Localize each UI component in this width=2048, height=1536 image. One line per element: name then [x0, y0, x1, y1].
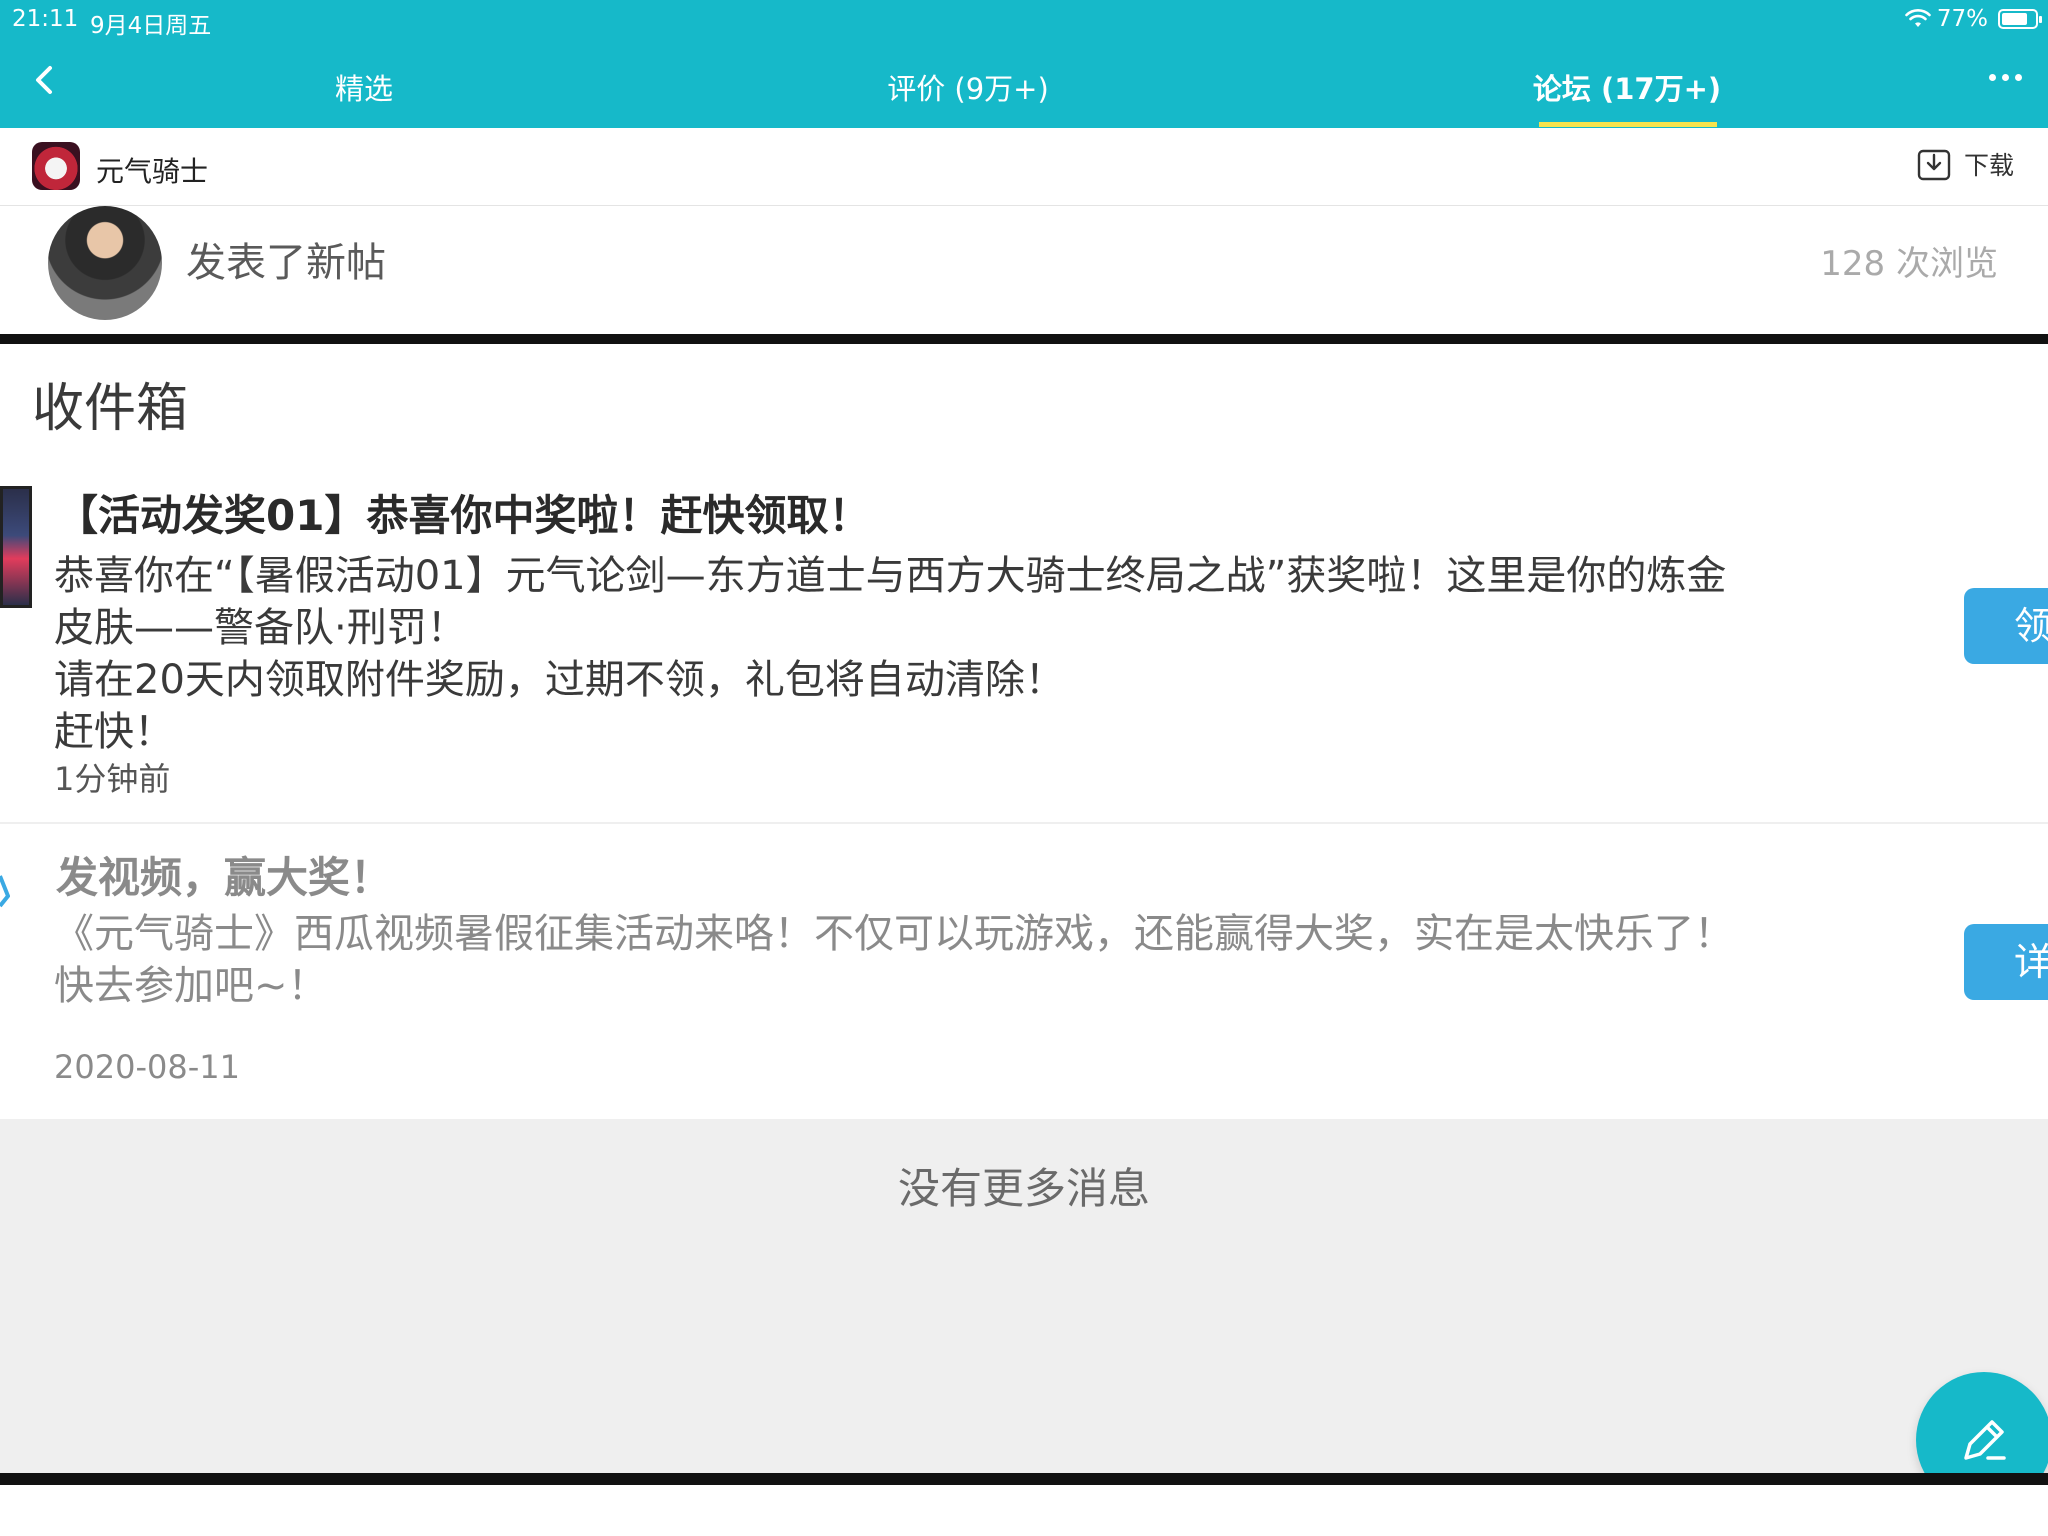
bottom-divider	[0, 1473, 2048, 1485]
message-line: 赶快！	[54, 709, 174, 755]
avatar	[48, 206, 162, 320]
wifi-icon	[1905, 9, 1931, 27]
message-thumbnail	[0, 486, 32, 608]
message-item[interactable]: 发视频，赢大奖！ 《元气骑士》西瓜视频暑假征集活动来咯！不仅可以玩游戏，还能赢得…	[0, 826, 2048, 1119]
message-line: 恭喜你在“【暑假活动01】元气论剑—东方道士与西方大骑士终局之战”获奖啦！这里是…	[54, 553, 1727, 599]
claim-button[interactable]: 领	[1964, 588, 2048, 664]
message-thumbnail	[0, 875, 10, 908]
message-time: 2020-08-11	[54, 1048, 240, 1086]
chevron-left-icon[interactable]	[24, 58, 68, 102]
download-icon	[1917, 149, 1951, 181]
download-button[interactable]: 下载	[1916, 146, 2014, 182]
details-button[interactable]: 详	[1964, 924, 2048, 1000]
app-bar: 元气骑士 下载	[0, 128, 2048, 206]
divider	[0, 334, 2048, 344]
inbox-footer: 没有更多消息	[0, 1119, 2048, 1473]
battery-percent: 77%	[1936, 6, 1988, 32]
no-more-messages: 没有更多消息	[897, 1164, 1150, 1213]
battery-icon	[1998, 9, 2042, 29]
inbox-title: 收件箱	[32, 379, 189, 439]
status-right: 77%	[1905, 6, 2042, 32]
status-time: 21:11	[12, 6, 79, 32]
message-line: 请在20天内领取附件奖励，过期不领，礼包将自动清除！	[54, 657, 1065, 703]
inbox-panel: 收件箱 【活动发奖01】恭喜你中奖啦！赶快领取！ 恭喜你在“【暑假活动01】元气…	[0, 344, 2048, 1119]
app-icon	[32, 142, 80, 190]
message-line: 快去参加吧~！	[54, 963, 328, 1009]
download-label: 下载	[1963, 151, 2014, 180]
view-count: 128 次浏览	[1820, 244, 1998, 284]
message-body: 《元气骑士》西瓜视频暑假征集活动来咯！不仅可以玩游戏，还能赢得大奖，实在是太快乐…	[54, 908, 1934, 1012]
post-item[interactable]: 发表了新帖 128 次浏览	[0, 206, 2048, 334]
status-date: 9月4日周五	[90, 13, 212, 39]
nav-bar: 精选 评价 (9万+) 论坛 (17万+)	[0, 38, 2048, 128]
message-line: 皮肤——警备队·刑罚！	[54, 605, 467, 651]
message-item[interactable]: 【活动发奖01】恭喜你中奖啦！赶快领取！ 恭喜你在“【暑假活动01】元气论剑—东…	[0, 464, 2048, 824]
status-bar: 21:11 9月4日周五 77%	[0, 0, 2048, 39]
message-time: 1分钟前	[54, 760, 171, 798]
message-title: 发视频，赢大奖！	[56, 853, 393, 902]
tab-reviews[interactable]: 评价 (9万+)	[887, 66, 1049, 108]
app-name: 元气骑士	[96, 155, 209, 188]
tab-featured[interactable]: 精选	[335, 66, 393, 108]
active-tab-indicator	[1539, 122, 1717, 127]
more-dots-icon[interactable]	[1989, 74, 2022, 81]
bottom-area	[0, 1485, 2048, 1536]
post-action: 发表了新帖	[186, 240, 386, 286]
message-title: 【活动发奖01】恭喜你中奖啦！赶快领取！	[56, 491, 871, 540]
pencil-icon	[1964, 1420, 2006, 1460]
tab-forum[interactable]: 论坛 (17万+)	[1533, 66, 1721, 108]
message-line: 《元气骑士》西瓜视频暑假征集活动来咯！不仅可以玩游戏，还能赢得大奖，实在是太快乐…	[54, 911, 1734, 957]
message-body: 恭喜你在“【暑假活动01】元气论剑—东方道士与西方大骑士终局之战”获奖啦！这里是…	[54, 550, 1934, 758]
